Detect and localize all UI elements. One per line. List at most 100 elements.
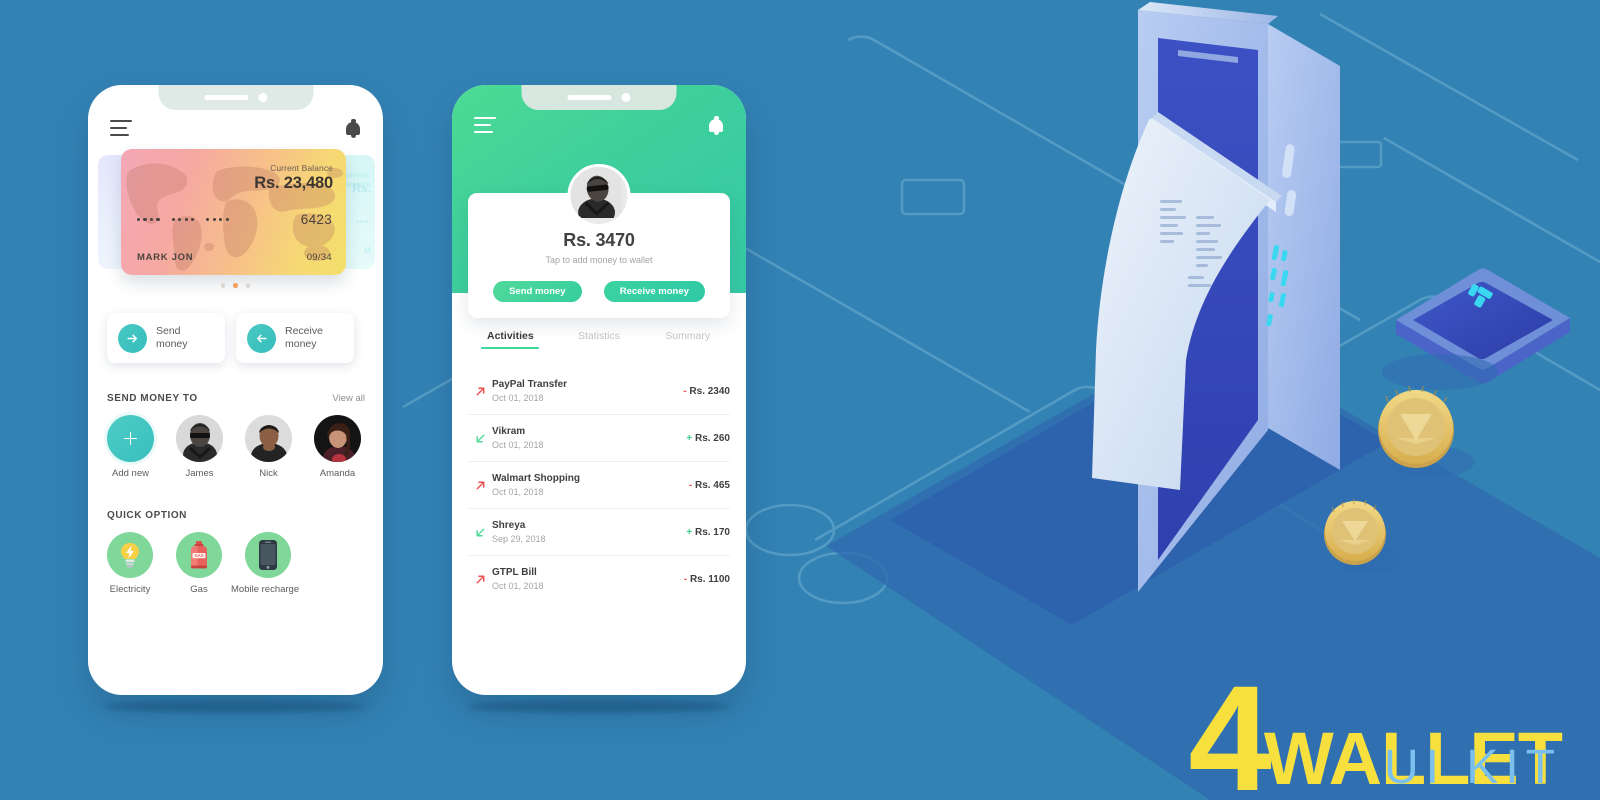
activity-tabs: Activities Statistics Summary [452,330,746,349]
bell-icon[interactable] [708,115,724,135]
contact-add-new[interactable]: Add new [107,415,154,479]
table-row[interactable]: Vikram Oct 01, 2018 + Rs. 260 [468,415,730,462]
contacts-row: Add new James Nick Amanda [107,415,361,479]
send-money-label: Send money [156,325,188,351]
arrow-right-icon [118,323,147,353]
notch-camera [258,93,267,102]
pager-dot-1[interactable] [220,283,226,288]
contact-label: Amanda [319,468,356,479]
contact-label: Add new [112,468,149,479]
quick-option-row: Electricity GAS Gas Mobile recharge [107,532,299,595]
notch-speaker [567,95,612,100]
transaction-title: PayPal Transfer [492,379,568,390]
send-line2: money [156,338,188,350]
arrow-up-right-icon [468,479,492,492]
transaction-sign: - [683,573,688,585]
send-money-to-title: SEND MONEY TO [107,393,198,404]
send-line1: Send [156,325,181,337]
transaction-value: Rs. 465 [694,479,730,491]
table-row[interactable]: GTPL Bill Oct 01, 2018 - Rs. 1100 [468,556,730,602]
transaction-value: Rs. 170 [694,526,730,538]
notch-camera [621,93,631,102]
avatar [314,415,361,462]
view-all-link[interactable]: View all [332,393,365,404]
contact-nick[interactable]: Nick [245,415,292,479]
phone-mockup-wallet: Rs. 3470 Tap to add money to wallet Send… [452,85,746,695]
transaction-sign: - [683,385,687,397]
transaction-date: Oct 01, 2018 [492,440,544,450]
card-balance-value: Rs. 23,480 [254,174,333,192]
transaction-date: Oct 01, 2018 [492,581,544,591]
transaction-title: Walmart Shopping [492,473,580,484]
notch-speaker [204,95,248,100]
transaction-value: Rs. 1100 [689,573,730,585]
contact-james[interactable]: James [176,415,223,479]
transaction-info: Walmart Shopping Oct 01, 2018 [492,473,689,497]
transaction-title: Shreya [492,520,526,531]
table-row[interactable]: Shreya Sep 29, 2018 + Rs. 170 [468,509,730,556]
transaction-date: Sep 29, 2018 [492,534,546,544]
table-row[interactable]: Walmart Shopping Oct 01, 2018 - Rs. 465 [468,462,730,509]
transaction-title: GTPL Bill [492,567,537,578]
tab-summary[interactable]: Summary [643,330,732,349]
send-money-button[interactable]: Send money [493,281,582,302]
quick-option-label: Mobile recharge [231,584,300,595]
lightbulb-icon [107,532,153,578]
logo-subtitle: UI KIT [1383,741,1562,794]
send-money-to-header: SEND MONEY TO View all [107,393,365,404]
receive-money-button[interactable]: Receive money [603,281,705,302]
hamburger-icon[interactable] [110,120,132,136]
table-row[interactable]: PayPal Transfer Oct 01, 2018 - Rs. 2340 [468,368,730,415]
quick-electricity[interactable]: Electricity [107,532,153,595]
transaction-amount: + Rs. 260 [686,433,730,444]
quick-gas[interactable]: GAS Gas [176,532,222,595]
receive-line2: money [285,338,317,350]
quick-actions: Send money Receive money [107,313,354,363]
phone2-drop-shadow [468,700,730,713]
plus-icon [107,415,154,462]
svg-text:GAS: GAS [194,553,203,558]
receive-money-button[interactable]: Receive money [236,313,354,363]
wallet-buttons: Send money Receive money [468,281,730,302]
contact-amanda[interactable]: Amanda [314,415,361,479]
card-expiry: 09/34 [306,252,332,263]
hamburger-icon[interactable] [474,117,496,133]
receive-money-label: Receive money [285,325,323,351]
transaction-value: Rs. 260 [694,432,730,444]
bell-icon[interactable] [345,118,361,138]
transaction-date: Oct 01, 2018 [492,393,544,403]
wallet-subtitle: Tap to add money to wallet [545,255,653,265]
receive-line1: Receive [285,325,323,337]
logo-numeral: 4 [1188,654,1271,800]
avatar[interactable] [567,164,631,227]
quick-mobile-recharge[interactable]: Mobile recharge [231,532,299,595]
arrow-down-left-icon [468,526,492,539]
transaction-date: Oct 01, 2018 [492,487,544,497]
card-last-four: 6423 [300,212,332,227]
arrow-down-left-icon [468,432,492,445]
transaction-info: PayPal Transfer Oct 01, 2018 [492,379,683,403]
tab-statistics[interactable]: Statistics [555,330,644,349]
transaction-amount: - Rs. 2340 [683,386,730,397]
mobile-phone-icon [245,532,291,578]
arrow-left-icon [247,323,276,353]
send-money-button[interactable]: Send money [107,313,225,363]
card-holder-name: MARK JON [137,252,194,263]
transaction-title: Vikram [492,426,526,437]
transaction-list: PayPal Transfer Oct 01, 2018 - Rs. 2340 … [468,368,730,602]
app-topbar [88,109,383,147]
tab-activities[interactable]: Activities [466,330,555,349]
contact-label: James [185,468,214,479]
arrow-up-right-icon [468,573,492,586]
quick-option-label: Gas [190,584,208,595]
pager-dot-3[interactable] [245,283,251,288]
wallet-summary-card: Rs. 3470 Tap to add money to wallet Send… [468,164,730,318]
peek-balance-value: Rs. [352,181,371,195]
transaction-value: Rs. 2340 [689,385,730,397]
pager-dot-2[interactable] [233,283,238,288]
carousel-pagination[interactable] [88,283,383,288]
credit-card[interactable]: Current Balance Rs. 23,480 6423 MARK JON… [121,149,346,275]
transaction-sign: + [686,526,693,538]
phone-mockup-home: Current Balance Rs. •••• M Current Balan… [88,85,383,695]
card-carousel[interactable]: Current Balance Rs. •••• M Current Balan… [88,149,383,275]
